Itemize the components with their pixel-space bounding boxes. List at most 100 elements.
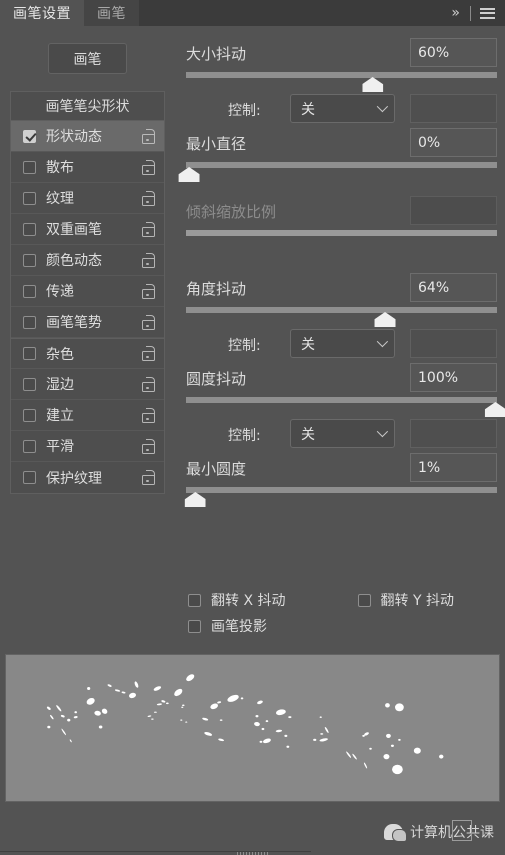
lock-icon[interactable] bbox=[142, 314, 155, 330]
checkbox-shape-dynamics[interactable] bbox=[23, 129, 36, 143]
slider-handle[interactable] bbox=[362, 77, 384, 92]
lock-icon[interactable] bbox=[142, 283, 155, 299]
toolbar-divider bbox=[470, 5, 471, 21]
min-roundness-label: 最小圆度 bbox=[186, 460, 247, 478]
min-diameter-slider[interactable] bbox=[178, 162, 497, 184]
angle-control-extra-field[interactable] bbox=[410, 329, 497, 358]
sidebar-item-color-dynamics[interactable]: 颜色动态 bbox=[11, 245, 164, 276]
flip-x-jitter-toggle[interactable]: 翻转 X 抖动 bbox=[178, 590, 286, 610]
checkbox-flip-x-jitter[interactable] bbox=[188, 593, 201, 607]
slider-handle[interactable] bbox=[374, 312, 396, 327]
lock-icon[interactable] bbox=[142, 159, 155, 175]
brush-stroke-preview bbox=[5, 654, 500, 802]
angle-control-label: 控制: bbox=[228, 338, 261, 354]
lock-icon[interactable] bbox=[142, 376, 155, 392]
checkbox-wet-edges[interactable] bbox=[23, 377, 36, 391]
tilt-scale-row: 倾斜缩放比例 bbox=[186, 196, 497, 230]
roundness-jitter-value[interactable]: 100% bbox=[410, 363, 497, 392]
sidebar-item-shape-dynamics[interactable]: 形状动态 bbox=[11, 121, 164, 152]
roundness-control-value: 关 bbox=[301, 426, 315, 443]
checkbox-brush-projection[interactable] bbox=[188, 619, 201, 633]
brush-stroke-graphic bbox=[46, 674, 444, 775]
angle-jitter-label: 角度抖动 bbox=[186, 280, 247, 298]
size-control-row: 控制: 关 bbox=[186, 94, 497, 128]
checkbox-smoothing[interactable] bbox=[23, 439, 36, 453]
lock-icon[interactable] bbox=[142, 252, 155, 268]
brush-button-label: 画笔 bbox=[73, 51, 102, 68]
checkbox-color-dynamics[interactable] bbox=[23, 253, 36, 267]
sidebar-item-label: 平滑 bbox=[46, 439, 74, 455]
slider-handle[interactable] bbox=[178, 167, 200, 182]
sidebar-item-label: 双重画笔 bbox=[46, 222, 102, 238]
sidebar-item-label: 形状动态 bbox=[46, 129, 102, 145]
brush-projection-toggle[interactable]: 画笔投影 bbox=[178, 616, 267, 636]
lock-icon[interactable] bbox=[142, 190, 155, 206]
checkbox-protect-texture[interactable] bbox=[23, 471, 36, 484]
slider-handle[interactable] bbox=[184, 492, 206, 507]
sidebar-item-label: 颜色动态 bbox=[46, 253, 102, 269]
tilt-scale-slider bbox=[186, 230, 497, 252]
lock-icon[interactable] bbox=[142, 407, 155, 423]
slider-track bbox=[186, 397, 497, 403]
checkbox-brush-pose[interactable] bbox=[23, 315, 36, 329]
lock-icon[interactable] bbox=[142, 470, 155, 485]
checkbox-texture[interactable] bbox=[23, 191, 36, 205]
hamburger-menu-icon[interactable] bbox=[479, 6, 496, 21]
panel-tab-icons: » bbox=[451, 0, 505, 26]
checkbox-build-up[interactable] bbox=[23, 408, 36, 422]
brush-projection-row: 画笔投影 bbox=[178, 613, 498, 639]
checkbox-flip-y-jitter[interactable] bbox=[357, 593, 371, 607]
sidebar-item-texture[interactable]: 纹理 bbox=[11, 183, 164, 214]
angle-jitter-value[interactable]: 64% bbox=[410, 273, 497, 302]
sidebar-item-scattering[interactable]: 散布 bbox=[11, 152, 164, 183]
min-roundness-row: 最小圆度 1% bbox=[186, 453, 497, 487]
size-control-select[interactable]: 关 bbox=[290, 94, 395, 123]
sidebar-item-smoothing[interactable]: 平滑 bbox=[11, 431, 164, 462]
checkbox-dual-brush[interactable] bbox=[23, 222, 36, 236]
size-control-extra-field[interactable] bbox=[410, 94, 497, 123]
lock-icon[interactable] bbox=[142, 346, 155, 361]
slider-handle[interactable] bbox=[484, 402, 505, 417]
lock-icon[interactable] bbox=[142, 128, 155, 144]
sidebar-item-wet-edges[interactable]: 湿边 bbox=[11, 369, 164, 400]
sidebar-item-brush-pose[interactable]: 画笔笔势 bbox=[11, 307, 164, 338]
size-jitter-slider[interactable] bbox=[186, 72, 497, 94]
checkbox-scattering[interactable] bbox=[23, 160, 36, 174]
lock-icon[interactable] bbox=[142, 221, 155, 237]
sidebar-item-dual-brush[interactable]: 双重画笔 bbox=[11, 214, 164, 245]
checkbox-transfer[interactable] bbox=[23, 284, 36, 298]
angle-control-select[interactable]: 关 bbox=[290, 329, 395, 358]
lock-icon[interactable] bbox=[142, 438, 155, 454]
sidebar-item-build-up[interactable]: 建立 bbox=[11, 400, 164, 431]
flip-y-jitter-toggle[interactable]: 翻转 Y 抖动 bbox=[348, 590, 454, 610]
tab-brush-label: 画笔 bbox=[97, 6, 126, 22]
size-jitter-value[interactable]: 60% bbox=[410, 38, 497, 67]
sidebar-item-label: 散布 bbox=[46, 160, 74, 176]
tilt-scale-value bbox=[410, 196, 497, 225]
roundness-control-extra-field[interactable] bbox=[410, 419, 497, 448]
sidebar-item-label: 纹理 bbox=[46, 191, 74, 207]
min-roundness-slider[interactable] bbox=[184, 487, 497, 509]
roundness-control-select[interactable]: 关 bbox=[290, 419, 395, 448]
tab-brush-settings-label: 画笔设置 bbox=[13, 6, 71, 22]
flip-y-jitter-label: 翻转 Y 抖动 bbox=[380, 593, 454, 609]
sidebar-item-label: 杂色 bbox=[46, 346, 74, 363]
checkbox-noise[interactable] bbox=[23, 347, 36, 360]
sidebar-item-noise[interactable]: 杂色 bbox=[11, 338, 164, 369]
min-diameter-label: 最小直径 bbox=[186, 135, 247, 153]
angle-jitter-slider[interactable] bbox=[186, 307, 497, 329]
min-roundness-value[interactable]: 1% bbox=[410, 453, 497, 482]
sidebar-item-transfer[interactable]: 传递 bbox=[11, 276, 164, 307]
roundness-jitter-label: 圆度抖动 bbox=[186, 370, 247, 388]
tab-brush[interactable]: 画笔 bbox=[84, 0, 139, 26]
tab-brush-settings[interactable]: 画笔设置 bbox=[0, 0, 84, 26]
brush-button[interactable]: 画笔 bbox=[48, 43, 127, 74]
size-jitter-label: 大小抖动 bbox=[186, 45, 247, 63]
sidebar-item-protect-texture[interactable]: 保护纹理 bbox=[11, 462, 164, 493]
brush-settings-panel: 画笔设置 画笔 » 画笔 画笔笔尖形状 形状动态 散布 纹理 双重画笔 颜色动态… bbox=[0, 0, 505, 855]
collapse-double-chevron-icon[interactable]: » bbox=[451, 5, 462, 21]
min-diameter-value[interactable]: 0% bbox=[410, 128, 497, 157]
sidebar-item-label: 画笔笔势 bbox=[46, 315, 102, 331]
roundness-jitter-slider[interactable] bbox=[186, 397, 505, 419]
watermark: 计算机公共课 bbox=[384, 820, 494, 842]
